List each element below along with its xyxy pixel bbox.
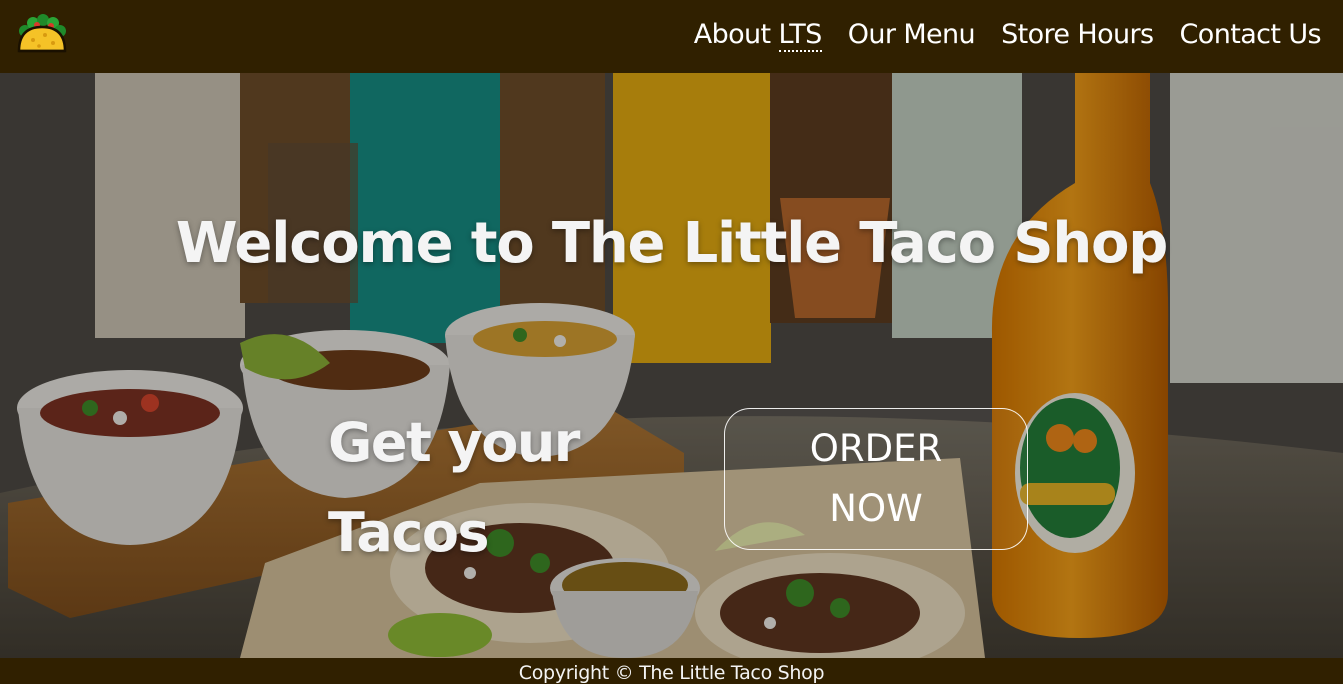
hero-section: Welcome to The Little Taco Shop Get your…	[0, 73, 1343, 658]
nav-about-prefix: About	[693, 19, 779, 50]
footer-copyright: Copyright © The Little Taco Shop	[518, 662, 825, 684]
hero-subtitle: Get your Tacos	[328, 411, 580, 564]
nav-about-link[interactable]: About LTS	[693, 19, 822, 52]
nav-contact-link[interactable]: Contact Us	[1180, 19, 1322, 50]
header-bar: About LTS Our Menu Store Hours Contact U…	[0, 0, 1343, 73]
footer: Copyright © The Little Taco Shop	[0, 658, 1343, 684]
nav-about-abbr: LTS	[778, 19, 822, 52]
nav-store-hours-link[interactable]: Store Hours	[1001, 19, 1154, 50]
nav-menu-link[interactable]: Our Menu	[848, 19, 976, 50]
main-nav: About LTS Our Menu Store Hours Contact U…	[693, 0, 1322, 69]
taco-logo-icon[interactable]	[15, 11, 69, 57]
order-now-button[interactable]: ORDER NOW	[724, 408, 1028, 550]
hero-title: Welcome to The Little Taco Shop	[175, 211, 1169, 276]
page: About LTS Our Menu Store Hours Contact U…	[0, 0, 1343, 684]
hero-overlay	[0, 73, 1343, 658]
